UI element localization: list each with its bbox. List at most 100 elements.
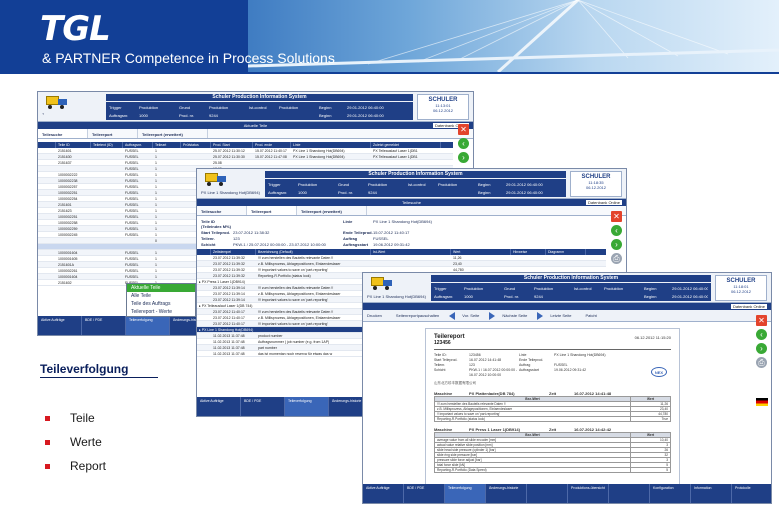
prev-page-icon[interactable] bbox=[449, 311, 456, 320]
slide-header: TGL & PARTNER Competence in Process Solu… bbox=[0, 0, 779, 78]
table-cell bbox=[91, 172, 123, 177]
back-icon[interactable]: ‹ bbox=[611, 225, 622, 236]
nav-parts-tracking[interactable]: Teileverfolgung bbox=[285, 397, 329, 416]
table-cell: !!! zum herstellen des Bauteils relevant… bbox=[258, 286, 334, 290]
table-cell bbox=[38, 280, 56, 285]
forward-icon[interactable]: › bbox=[458, 152, 469, 163]
table-cell: 1000002245 bbox=[58, 233, 78, 237]
tab-parts-report[interactable]: Teilereport bbox=[88, 129, 138, 138]
nav-item[interactable]: Information bbox=[691, 484, 732, 503]
table-cell: 1000002222 bbox=[58, 173, 78, 177]
menu-item-current-parts[interactable]: Aktuelle Teile bbox=[127, 284, 195, 292]
back-icon[interactable]: ‹ bbox=[756, 329, 767, 340]
nav-item[interactable]: Produktions-übersicht bbox=[568, 484, 609, 503]
table-cell bbox=[38, 196, 56, 201]
german-flag-icon[interactable] bbox=[756, 398, 768, 406]
section-title: Teileverfolgung bbox=[40, 362, 129, 376]
table-cell bbox=[371, 160, 441, 165]
table-cell: FUSSEL bbox=[125, 227, 139, 231]
table-cell bbox=[181, 160, 211, 165]
table-cell: FUSSEL bbox=[125, 167, 139, 171]
nav-item[interactable]: Aktive Aufträge bbox=[363, 484, 404, 503]
next-page-button[interactable]: Nächste Seite bbox=[502, 313, 527, 318]
table-cell: 23.07.2012 11:39:32 bbox=[213, 256, 245, 260]
table-cell: Reporting-R.Portfolio (status look) bbox=[434, 416, 631, 422]
nav-active-orders[interactable]: Aktive Aufträge bbox=[197, 397, 241, 416]
nav-item[interactable] bbox=[609, 484, 650, 503]
forward-icon[interactable]: › bbox=[611, 239, 622, 250]
table-cell: 2151601 bbox=[58, 149, 72, 153]
table-cell: 1000002251 bbox=[58, 215, 78, 219]
field-label: Teilenr. bbox=[201, 236, 215, 241]
time-value: 16.07.2012 14:42:42 bbox=[574, 427, 612, 432]
table-cell bbox=[38, 232, 56, 237]
nav-item[interactable]: Teileverfolgung bbox=[445, 484, 486, 503]
nav-item[interactable]: Änderungs-historie bbox=[486, 484, 527, 503]
menu-item-report-values[interactable]: Teilereport - Werte bbox=[127, 308, 195, 316]
table-cell bbox=[91, 262, 123, 267]
app-top-bar: PX Line 1 Shandong Hot(DB694) Schuler Pr… bbox=[363, 273, 771, 303]
tab-parts-search[interactable]: Teilesuche bbox=[197, 206, 247, 215]
app-title: Schuler Production Information System bbox=[431, 275, 711, 282]
nav-active-orders[interactable]: Aktive Aufträge bbox=[38, 316, 82, 335]
nav-item[interactable] bbox=[527, 484, 568, 503]
table-cell: FUSSEL bbox=[125, 179, 139, 183]
close-icon[interactable]: ✕ bbox=[756, 315, 767, 326]
print-icon[interactable]: ⎙ bbox=[756, 357, 767, 368]
table-cell: FUSSEL bbox=[125, 215, 139, 219]
table-cell bbox=[197, 285, 211, 290]
table-cell: 1000002259 bbox=[58, 227, 78, 231]
table-cell: 23,40 bbox=[453, 262, 462, 266]
table-cell: 11,26 bbox=[453, 256, 462, 260]
print-icon[interactable]: ⎙ bbox=[611, 253, 622, 264]
table-cell: FUSSEL bbox=[125, 185, 139, 189]
table-cell: Reporting-R.Portfolio (Data Speed) bbox=[434, 467, 631, 473]
nav-bde-pde[interactable]: BDE / PDE bbox=[82, 316, 126, 335]
table-cell: 1 bbox=[155, 269, 157, 273]
nav-bde-pde[interactable]: BDE / PDE bbox=[241, 397, 285, 416]
table-cell bbox=[91, 256, 123, 261]
nav-item[interactable]: Konfiguration bbox=[650, 484, 691, 503]
nav-parts-tracking[interactable]: Teileverfolgung bbox=[126, 316, 170, 335]
table-cell: 1 bbox=[155, 233, 157, 237]
page-setup-button[interactable]: Seitenreportpauschalten bbox=[396, 313, 439, 318]
table-cell: part number bbox=[258, 346, 277, 350]
print-button[interactable]: Drucken bbox=[367, 313, 382, 318]
machine-name: PX Plattenlader(DB 784) bbox=[469, 391, 515, 396]
table-cell: 1 bbox=[155, 149, 157, 153]
prev-page-button[interactable]: Vor. Seite bbox=[462, 313, 479, 318]
close-icon[interactable]: ✕ bbox=[611, 211, 622, 222]
table-cell: 1000001605 bbox=[58, 257, 78, 261]
menu-item-order-parts[interactable]: Teile des Auftrags bbox=[127, 300, 195, 308]
table-cell: z.B. Millisprozess, Ablagepositionen, Ei… bbox=[258, 292, 341, 296]
report-number: 123456 bbox=[434, 340, 451, 346]
table-cell: FUSSEL bbox=[125, 263, 139, 267]
tab-parts-search[interactable]: Teilesuche bbox=[38, 129, 88, 138]
close-icon[interactable]: ✕ bbox=[458, 124, 469, 135]
table-cell bbox=[511, 261, 546, 266]
field-value: 23.07.2012 11:38:32 bbox=[233, 230, 270, 235]
nav-item[interactable]: Protokolle bbox=[732, 484, 771, 503]
datasource-select[interactable]: Datenbank Online bbox=[585, 200, 622, 205]
back-icon[interactable]: ‹ bbox=[458, 138, 469, 149]
datasource-select[interactable]: Datenbank Online bbox=[730, 304, 767, 309]
table-cell: 1 bbox=[155, 275, 157, 279]
save-button[interactable]: Patcht bbox=[585, 313, 596, 318]
forward-icon[interactable]: › bbox=[756, 343, 767, 354]
nav-item[interactable]: BDE / PDE bbox=[404, 484, 445, 503]
table-cell bbox=[197, 261, 211, 266]
tab-parts-report[interactable]: Teilereport bbox=[247, 206, 297, 215]
last-page-icon[interactable] bbox=[537, 311, 544, 320]
table-cell: 1000001604 bbox=[58, 275, 78, 279]
table-cell bbox=[371, 261, 451, 266]
table-cell: Reporting-R.Portfolio (status look) bbox=[258, 274, 311, 278]
next-page-icon[interactable] bbox=[489, 311, 496, 320]
table-cell: PX Teileauslauf Laser 1(DB1 bbox=[373, 149, 418, 153]
table-cell bbox=[511, 255, 546, 260]
side-actions: ✕ ‹ › ⎙ bbox=[756, 315, 768, 409]
last-page-button[interactable]: Letzte Seite bbox=[550, 313, 571, 318]
tab-parts-report-extended[interactable]: Teilereport (erweitert) bbox=[297, 206, 367, 215]
table-cell: PX Teileauslauf Laser 1(DB1 bbox=[373, 155, 418, 159]
tab-parts-report-extended[interactable]: Teilereport (erweitert) bbox=[138, 129, 208, 138]
menu-item-all-parts[interactable]: Alle Teile bbox=[127, 292, 195, 300]
